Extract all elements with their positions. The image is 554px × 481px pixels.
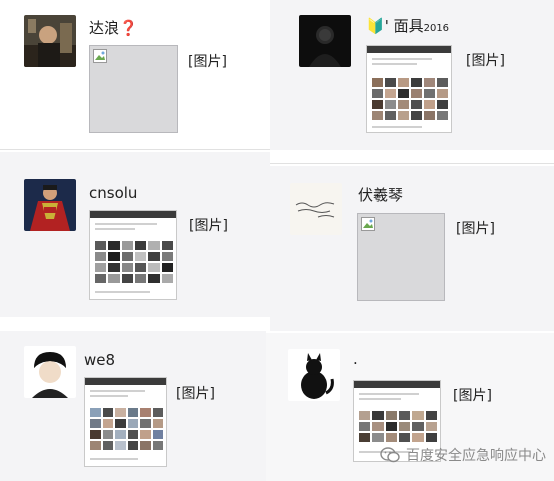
divider (0, 149, 270, 150)
screenshot-thumbnail[interactable] (84, 377, 167, 467)
avatar[interactable] (290, 183, 342, 235)
post-card-dalang: 达浪❓ [图片] (0, 0, 270, 150)
avatar[interactable] (299, 15, 351, 67)
image-placeholder-label: [图片] (453, 388, 492, 404)
wechat-icon (380, 447, 400, 463)
image-placeholder-label: [图片] (189, 218, 228, 234)
post-author-name: 🔰' 面具2016 (366, 17, 450, 35)
avatar[interactable] (24, 179, 76, 231)
beginner-badge-icon: 🔰 (366, 17, 385, 35)
post-card-we8: we8 [图片] (0, 331, 266, 481)
screenshot-thumbnail[interactable] (366, 45, 452, 133)
post-author-name: cnsolu (89, 184, 138, 202)
image-placeholder-label: [图片] (456, 221, 495, 237)
post-author-name: 伏羲琴 (358, 186, 404, 204)
divider (270, 163, 554, 164)
avatar[interactable] (24, 346, 76, 398)
post-author-name: we8 (84, 351, 116, 369)
question-icon: ❓ (119, 19, 138, 37)
avatar[interactable] (24, 15, 76, 67)
avatar[interactable] (288, 349, 340, 401)
broken-image-icon (361, 217, 375, 231)
image-placeholder-label: [图片] (466, 53, 505, 69)
post-author-name: . (353, 350, 358, 368)
broken-image[interactable] (89, 45, 178, 133)
post-author-name: 达浪❓ (89, 19, 138, 37)
post-card-fuxiqin: 伏羲琴 [图片] (270, 166, 554, 331)
image-placeholder-label: [图片] (176, 386, 215, 402)
post-card-cnsolu: cnsolu [图片] (0, 152, 270, 317)
screenshot-thumbnail[interactable] (89, 210, 177, 300)
post-card-mianju: 🔰' 面具2016 [图片] (270, 0, 554, 150)
broken-image-icon (93, 49, 107, 63)
watermark: 百度安全应急响应中心 (380, 445, 546, 465)
image-placeholder-label: [图片] (188, 54, 227, 70)
broken-image[interactable] (357, 213, 445, 301)
